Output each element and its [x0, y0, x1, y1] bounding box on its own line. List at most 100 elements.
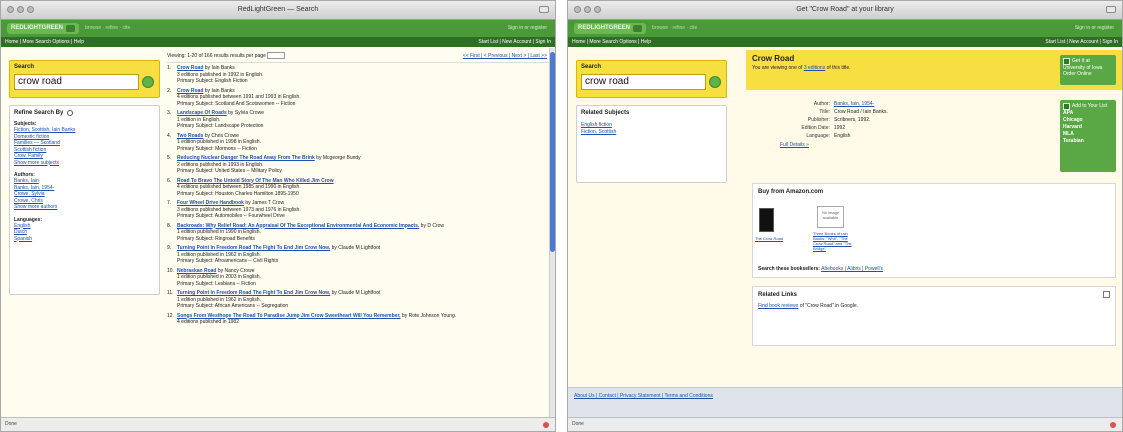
editions-link[interactable]: 3 editions	[804, 65, 825, 71]
format-turabian[interactable]: Turabian	[1063, 138, 1113, 145]
result-title-link[interactable]: Landscape Of Roads	[177, 110, 227, 116]
search-go-button[interactable]	[709, 76, 721, 88]
nav-right-links[interactable]: Start List | New Account | Sign In	[1045, 37, 1118, 47]
result-title-link[interactable]: Four Wheel Drive Handbook	[177, 200, 244, 206]
main-content: Search crow road Related Subjects Englis…	[568, 48, 1122, 417]
result-editions: 1 edition in English.	[177, 116, 221, 123]
view-bar: Viewing: 1-20 of 166 results results per…	[167, 50, 549, 63]
author-link[interactable]: Banks, Iain, 1954-	[834, 100, 874, 108]
show-more-subjects-link[interactable]: Show more subjects	[14, 160, 155, 167]
footer-links[interactable]: About Us | Contact | Privacy Statement |…	[574, 393, 713, 399]
add-list-title[interactable]: Add to Your List	[1063, 103, 1113, 110]
meta-row: Edition Date: 1992	[752, 124, 1022, 132]
result-title-link[interactable]: Two Roads	[177, 133, 203, 139]
result-title-link[interactable]: Nebraskan Road	[177, 268, 216, 274]
result-item: 4. Two Roads by Chris Crowe 1 edition publ…	[167, 133, 549, 153]
site-logo[interactable]: REDLIGHTGREEN	[7, 23, 80, 34]
result-title-link[interactable]: Turning Point In Freedom Road The Fight …	[177, 290, 330, 296]
google-post-text: of "Crow Road" in Google.	[799, 303, 858, 309]
search-input[interactable]: crow road	[581, 74, 706, 90]
brand-bar: REDLIGHTGREEN browse · refine · cite Sig…	[1, 20, 555, 37]
meta-row: Publisher: Scribners, 1992.	[752, 116, 1022, 124]
login-link[interactable]: Sign in or register	[508, 25, 547, 31]
site-logo[interactable]: REDLIGHTGREEN	[574, 23, 647, 34]
title-bar[interactable]: Get "Crow Road" at your library	[568, 1, 1122, 20]
per-page-select[interactable]	[267, 52, 286, 60]
result-editions: 3 editions published in 1992 in English.	[177, 71, 264, 78]
cover-caption-link[interactable]: The Crow Road	[755, 236, 783, 241]
result-title-link[interactable]: Road To Bravo The Untold Story Of The Ma…	[177, 178, 334, 184]
refine-title-text: Refine Search By	[14, 110, 64, 116]
format-apa[interactable]: APA	[1063, 110, 1113, 117]
buy-panel: Buy from Amazon.com The Crow Road No ima…	[752, 183, 1116, 278]
toolbar-toggle-button[interactable]	[1106, 6, 1116, 13]
book-cover-image[interactable]	[759, 208, 774, 232]
meta-key: Language:	[806, 133, 830, 139]
booksellers: Search these booksellers: Abebooks | Ali…	[758, 266, 883, 272]
get-it-button[interactable]: Get It at University of Iowa Order Online	[1060, 55, 1116, 85]
result-title-link[interactable]: Turning Point In Freedom Road The Fight …	[177, 245, 330, 251]
result-editions: 1 edition published in 2003 in English.	[177, 274, 261, 280]
result-title-link[interactable]: Songs From Westhope The Road To Paradise…	[177, 313, 401, 319]
nav-right-links[interactable]: Start List | New Account | Sign In	[478, 37, 551, 47]
result-editions: 4 editions published in 1982	[177, 319, 239, 325]
refine-title: Refine Search By	[14, 110, 155, 116]
login-link[interactable]: Sign in or register	[1075, 25, 1114, 31]
related-subjects-title: Related Subjects	[581, 110, 630, 116]
related-links-title: Related Links	[758, 292, 798, 298]
status-icon	[543, 422, 549, 428]
result-title-link[interactable]: Crow Road	[177, 88, 203, 94]
scrollbar[interactable]	[549, 48, 555, 417]
format-chicago[interactable]: Chicago	[1063, 117, 1113, 124]
search-go-button[interactable]	[142, 76, 154, 88]
scrollbar-thumb[interactable]	[550, 52, 555, 252]
full-details-link[interactable]: Full Details »	[780, 142, 1022, 149]
search-results-window: RedLightGreen — Search REDLIGHTGREEN bro…	[0, 0, 556, 432]
result-author: by Nancy Crowe	[217, 267, 255, 274]
result-subject: Primary Subject: English Fiction	[177, 78, 248, 84]
cover-caption-link[interactable]: Three Books of Iain Banks: "Whit", "The …	[813, 231, 853, 251]
google-reviews-link[interactable]: Find book reviews	[758, 303, 798, 309]
related-subject-link[interactable]: Fiction, Scottish	[581, 129, 722, 136]
add-to-list-box: Add to Your List APA Chicago Harvard MLA…	[1060, 100, 1116, 172]
format-harvard[interactable]: Harvard	[1063, 124, 1113, 131]
toolbar-toggle-button[interactable]	[539, 6, 549, 13]
nav-bar: Home | More Search Options | Help Start …	[1, 37, 555, 47]
title-bar[interactable]: RedLightGreen — Search	[1, 1, 555, 20]
edition-post-text: of this title.	[826, 65, 851, 71]
add-list-label: Add to Your List	[1072, 103, 1108, 109]
result-title-link[interactable]: Reducing Nuclear Danger The Road Away Fr…	[177, 155, 315, 161]
result-number: 6.	[167, 177, 172, 184]
nav-left-links[interactable]: Home | More Search Options | Help	[572, 39, 651, 45]
meta-row: Title: Crow Road / Iain Banks.	[752, 108, 1022, 116]
result-item: 11. Turning Point In Freedom Road The Fig…	[167, 290, 549, 310]
result-title-link[interactable]: Crow Road	[177, 65, 203, 71]
result-number: 10.	[167, 267, 174, 274]
result-item: 8. Backroads: Why Relief Road: An Apprais…	[167, 223, 549, 243]
result-title-link[interactable]: Backroads: Why Relief Road: An Appraisal…	[177, 223, 419, 229]
result-author: by D Crow	[420, 222, 445, 229]
result-number: 5.	[167, 155, 172, 161]
result-subject: Primary Subject: Afroamericans -- Civil …	[177, 258, 279, 264]
help-icon[interactable]	[67, 110, 74, 116]
search-box: Search crow road	[9, 60, 160, 98]
result-editions: 1 edition published in 1998 in English.	[177, 139, 261, 145]
show-more-authors-link[interactable]: Show more authors	[14, 204, 155, 211]
google-reviews-line: Find book reviews of "Crow Road" in Goog…	[758, 303, 1110, 309]
result-number: 1.	[167, 65, 172, 71]
result-item: 5. Reducing Nuclear Danger The Road Away …	[167, 155, 549, 175]
meta-value: Scribners, 1992.	[834, 117, 871, 123]
nav-left-links[interactable]: Home | More Search Options | Help	[5, 39, 84, 45]
library-detail-window: Get "Crow Road" at your library REDLIGHT…	[567, 0, 1123, 432]
no-image-placeholder[interactable]: No image available	[817, 206, 844, 228]
bookseller-links[interactable]: Abebooks | Alibris | Powell's	[821, 266, 883, 272]
title-header: Crow Road You are viewing one of 3 editi…	[746, 50, 1122, 90]
search-input[interactable]: crow road	[14, 74, 139, 90]
pager-links[interactable]: << First | < Previous | Next > | Last >>	[463, 53, 547, 59]
result-subject: Primary Subject: United States -- Milita…	[177, 168, 282, 174]
format-mla[interactable]: MLA	[1063, 131, 1113, 138]
window-title: RedLightGreen — Search	[237, 6, 319, 13]
search-label: Search	[581, 64, 602, 70]
collapse-icon[interactable]	[1103, 291, 1110, 298]
language-link[interactable]: Spanish	[14, 236, 155, 243]
